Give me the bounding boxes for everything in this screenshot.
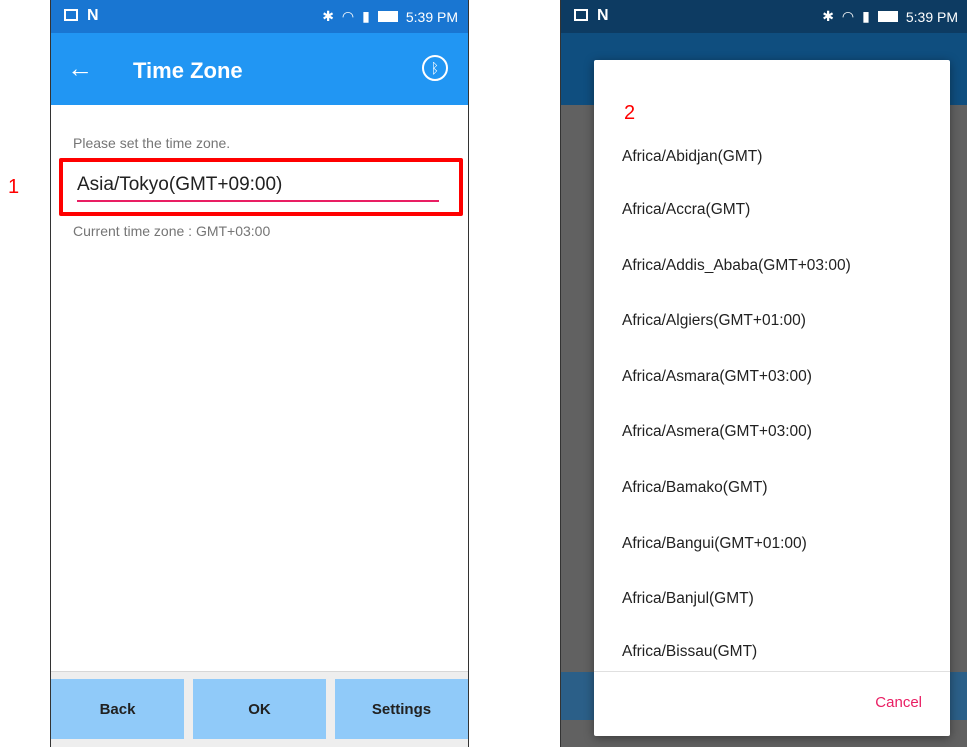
status-time: 5:39 PM: [905, 8, 958, 25]
dialog-divider: [594, 671, 950, 672]
wifi-icon: ◠: [841, 8, 855, 24]
nfc-icon: N: [87, 7, 99, 24]
timezone-option[interactable]: Africa/Bangui(GMT+01:00): [622, 535, 807, 553]
app-bar: ← Time Zone ᛒ: [51, 33, 468, 105]
cancel-button[interactable]: Cancel: [875, 694, 922, 711]
timezone-picker-screen: N ✱ ◠ ▮ 5:39 PM 2 Africa/Abidjan(GMT) Af…: [560, 0, 967, 747]
bluetooth-status-icon: ✱: [322, 8, 334, 24]
time-zone-screen: N ✱ ◠ ▮ 5:39 PM ← Time Zone ᛒ Please set…: [50, 0, 469, 747]
status-time: 5:39 PM: [405, 8, 458, 25]
current-timezone-text: Current time zone : GMT+03:00: [73, 223, 271, 239]
nfc-icon: N: [597, 7, 609, 24]
bluetooth-icon[interactable]: ᛒ: [422, 55, 448, 81]
image-notification-icon: [63, 8, 79, 22]
bluetooth-status-icon: ✱: [822, 8, 834, 24]
status-bar: N ✱ ◠ ▮ 5:39 PM: [561, 0, 967, 33]
battery-icon: [377, 11, 398, 22]
timezone-option[interactable]: Africa/Asmera(GMT+03:00): [622, 423, 812, 441]
timezone-option[interactable]: Africa/Accra(GMT): [622, 201, 750, 219]
ok-button[interactable]: OK: [193, 679, 326, 739]
timezone-option[interactable]: Africa/Asmara(GMT+03:00): [622, 368, 812, 386]
callout-highlight-box: [59, 158, 463, 216]
timezone-list[interactable]: Africa/Abidjan(GMT) Africa/Accra(GMT) Af…: [594, 60, 950, 671]
signal-icon: ▮: [362, 8, 370, 24]
page-title: Time Zone: [133, 58, 243, 83]
timezone-option[interactable]: Africa/Addis_Ababa(GMT+03:00): [622, 257, 851, 275]
timezone-prompt: Please set the time zone.: [73, 135, 231, 151]
timezone-option[interactable]: Africa/Algiers(GMT+01:00): [622, 312, 806, 330]
button-bar: Back OK Settings: [51, 672, 468, 747]
back-arrow-icon[interactable]: ←: [67, 53, 93, 84]
status-bar: N ✱ ◠ ▮ 5:39 PM: [51, 0, 468, 33]
timezone-dialog: 2 Africa/Abidjan(GMT) Africa/Accra(GMT) …: [594, 60, 950, 736]
timezone-option[interactable]: Africa/Bissau(GMT): [622, 643, 757, 661]
wifi-icon: ◠: [341, 8, 355, 24]
callout-1: 1: [8, 176, 20, 198]
image-notification-icon: [573, 8, 589, 22]
battery-icon: [877, 11, 898, 22]
settings-button[interactable]: Settings: [335, 679, 468, 739]
timezone-option[interactable]: Africa/Banjul(GMT): [622, 590, 754, 608]
signal-icon: ▮: [862, 8, 870, 24]
back-button[interactable]: Back: [51, 679, 184, 739]
timezone-option[interactable]: Africa/Bamako(GMT): [622, 479, 768, 497]
timezone-option[interactable]: Africa/Abidjan(GMT): [622, 148, 762, 166]
